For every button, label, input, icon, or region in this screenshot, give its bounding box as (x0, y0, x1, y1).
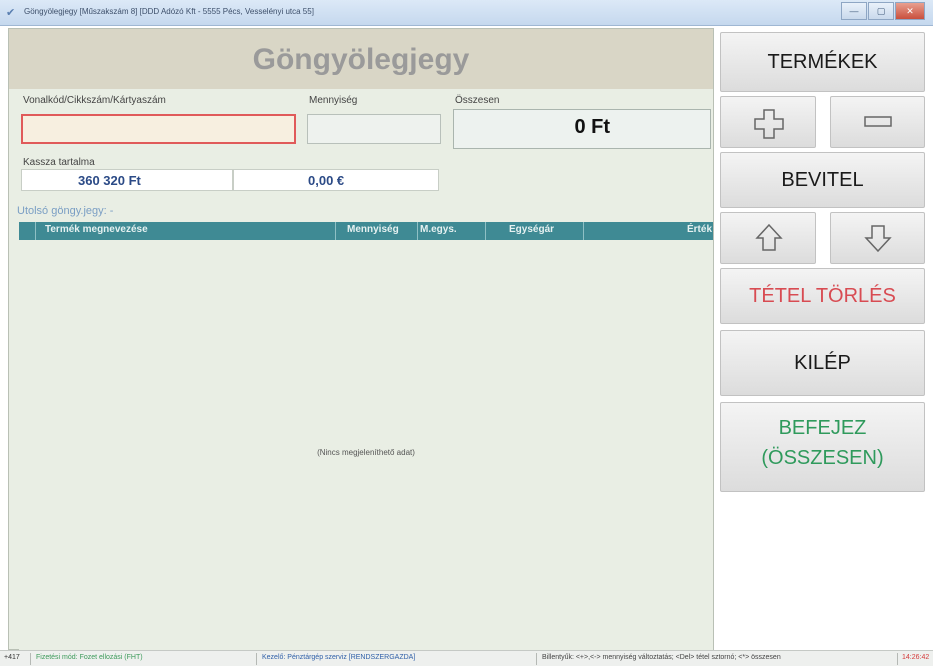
status-bar: +417 Fizetési mód: Fozet ellozási (FHT) … (0, 650, 933, 666)
main-panel: Göngyölegjegy Vonalkód/Cikkszám/Kártyasz… (8, 28, 714, 650)
last-ticket-label: Utolsó göngy.jegy: - (17, 205, 114, 217)
maximize-button[interactable]: ▢ (868, 2, 894, 20)
plus-icon (754, 109, 784, 139)
finish-label-line2: (ÖSSZESEN) (761, 447, 884, 469)
plus-button[interactable] (720, 96, 816, 148)
column-value[interactable]: Érték (687, 224, 712, 235)
down-button[interactable] (830, 212, 925, 264)
entry-button[interactable]: BEVITEL (720, 152, 925, 208)
total-display: 0 Ft (453, 109, 711, 149)
column-separator (417, 222, 418, 240)
title-bar: ✔ Göngyölegjegy [Műszakszám 8] [DDD Adóz… (0, 0, 933, 26)
finish-label-line1: BEFEJEZ (778, 417, 867, 439)
kassza-huf-value: 360 320 Ft (78, 173, 141, 188)
kassza-eur-box: 0,00 € (233, 169, 439, 191)
window-title: Göngyölegjegy [Műszakszám 8] [DDD Adózó … (24, 7, 314, 16)
status-divider (897, 653, 898, 665)
finish-total-button[interactable]: BEFEJEZ (ÖSSZESEN) (720, 402, 925, 492)
total-label: Összesen (455, 95, 500, 106)
barcode-label: Vonalkód/Cikkszám/Kártyaszám (23, 95, 166, 106)
status-divider (30, 653, 31, 665)
quantity-label: Mennyiség (309, 95, 358, 106)
status-hints: Billentyűk: <+>,<-> mennyiség változtatá… (542, 654, 781, 661)
status-user: Kezelő: Pénztárgép szerviz [RENDSZERGAZD… (262, 654, 416, 661)
status-divider (256, 653, 257, 665)
delete-item-button[interactable]: TÉTEL TÖRLÉS (720, 268, 925, 324)
header: Göngyölegjegy (9, 29, 713, 89)
kassza-eur-value: 0,00 € (308, 173, 345, 188)
column-product-name[interactable]: Termék megnevezése (45, 224, 148, 235)
side-panel: TERMÉKEK BEVITEL TÉTEL TÖRLÉS KILÉP BEFE… (716, 28, 933, 650)
up-button[interactable] (720, 212, 816, 264)
column-quantity[interactable]: Mennyiség (347, 224, 399, 235)
window-controls: — ▢ ✕ (841, 2, 925, 20)
barcode-input[interactable] (21, 114, 296, 144)
products-button[interactable]: TERMÉKEK (720, 32, 925, 92)
status-divider (536, 653, 537, 665)
items-grid[interactable]: (Nincs megjeleníthető adat) (19, 240, 713, 650)
minimize-button[interactable]: — (841, 2, 867, 20)
quantity-input[interactable] (307, 114, 441, 144)
kassza-huf-box: 360 320 Ft (21, 169, 233, 191)
status-payment-mode: Fizetési mód: Fozet ellozási (FHT) (36, 654, 143, 661)
column-separator (583, 222, 584, 240)
kassza-label: Kassza tartalma (23, 157, 95, 168)
minus-icon (864, 116, 892, 127)
total-value: 0 Ft (574, 116, 610, 138)
column-separator (335, 222, 336, 240)
page-title: Göngyölegjegy (252, 43, 470, 76)
empty-grid-text: (Nincs megjeleníthető adat) (317, 448, 415, 457)
column-separator (485, 222, 486, 240)
exit-button[interactable]: KILÉP (720, 330, 925, 396)
status-time: 14:26:42 (902, 654, 930, 661)
arrow-up-icon (755, 223, 783, 251)
app-icon: ✔ (6, 7, 16, 19)
minus-button[interactable] (830, 96, 925, 148)
column-unit-price[interactable]: Egységár (509, 224, 554, 235)
column-unit[interactable]: M.egys. (420, 224, 457, 235)
close-button[interactable]: ✕ (895, 2, 925, 20)
grid-header: Termék megnevezése Mennyiség M.egys. Egy… (19, 222, 713, 240)
arrow-down-icon (864, 225, 892, 253)
status-code: +417 (4, 654, 20, 661)
column-separator (35, 222, 36, 240)
